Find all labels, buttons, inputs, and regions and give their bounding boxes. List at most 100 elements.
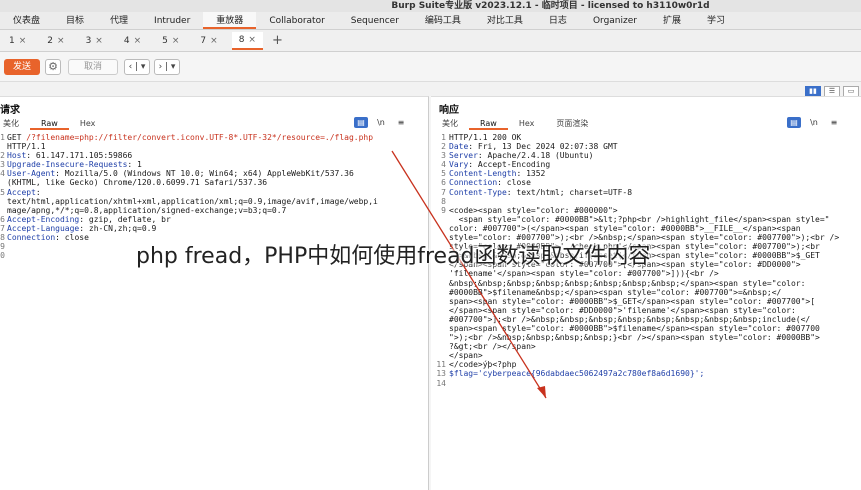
menu-item[interactable]: Collaborator	[256, 12, 337, 29]
view-tab[interactable]: Hex	[69, 118, 107, 130]
line-number: 6	[0, 214, 5, 224]
code-line: #007700">];<br />&nbsp;&nbsp;&nbsp;&nbsp…	[431, 315, 861, 324]
line-number: 14	[436, 378, 446, 388]
header-name: Accept-Encoding	[7, 214, 80, 224]
view-tab[interactable]: Raw	[469, 118, 508, 130]
code-line: 5 Accept:	[0, 188, 428, 197]
header-name: Upgrade-Insecure-Requests	[7, 160, 128, 170]
line-text: Accept-Encoding: gzip, deflate, br	[7, 215, 171, 224]
code-line: #0000BB">$filename&nbsp;</span><span sty…	[431, 288, 861, 297]
newline-icon[interactable]: \n	[374, 117, 388, 128]
view-tab[interactable]: 页面渲染	[545, 118, 599, 130]
line-number	[431, 342, 449, 351]
header-name: Content-Type	[449, 187, 507, 197]
line-text: &nbsp;&nbsp;&nbsp;&nbsp;&nbsp;&nbsp;&nbs…	[449, 278, 806, 288]
line-number: 0	[0, 251, 5, 261]
view-tab[interactable]: Hex	[508, 118, 546, 130]
line-number: 9	[0, 242, 5, 252]
close-icon[interactable]: ×	[134, 36, 142, 46]
code-line: span><span style="color: #0000BB">$_GET<…	[431, 297, 861, 306]
line-number: 5	[441, 169, 446, 179]
repeater-tab[interactable]: 2 ×	[40, 33, 71, 49]
repeater-tab[interactable]: 8 ×	[231, 31, 263, 50]
line-number: 6	[441, 178, 446, 188]
repeater-tab[interactable]: 4 ×	[117, 33, 148, 49]
line-number: 2	[0, 151, 5, 161]
line-number: 13	[436, 369, 446, 379]
line-text: <code><span style="color: #000000">	[449, 205, 618, 215]
pane-divider-bar	[0, 82, 861, 96]
line-number: 1	[441, 133, 446, 142]
view-tab[interactable]: 美化	[0, 118, 30, 130]
close-icon[interactable]: ×	[95, 36, 103, 46]
line-number	[431, 333, 449, 342]
add-tab-icon[interactable]: +	[272, 33, 283, 48]
menu-item[interactable]: 目标	[53, 12, 97, 29]
line-number	[431, 279, 449, 288]
wrap-lines-icon[interactable]: ▤	[787, 117, 801, 128]
menu-item[interactable]: 扩展	[650, 12, 694, 29]
close-icon[interactable]: ×	[19, 36, 27, 46]
gear-icon[interactable]: ⚙	[45, 59, 61, 75]
line-number: 3	[0, 160, 5, 170]
code-line: 4 User-Agent: Mozilla/5.0 (Windows NT 10.…	[0, 169, 428, 178]
line-number	[431, 324, 449, 333]
menu-item[interactable]: Organizer	[580, 12, 650, 29]
menu-item[interactable]: 编码工具	[412, 12, 474, 29]
menu-item[interactable]: 学习	[694, 12, 738, 29]
code-line: ">);<br />&nbsp;&nbsp;&nbsp;&nbsp;}<br /…	[431, 333, 861, 342]
menu-icon[interactable]: ≡	[827, 117, 841, 128]
menu-item[interactable]: Intruder	[141, 12, 203, 29]
repeater-tab[interactable]: 3 ×	[79, 33, 110, 49]
header-value: : close	[497, 178, 531, 188]
code-line: 2 Date: Fri, 13 Dec 2024 02:07:38 GMT	[431, 142, 861, 151]
line-number: 2	[441, 142, 446, 152]
repeater-tab[interactable]: 7 ×	[193, 33, 224, 49]
line-number: 9	[441, 205, 446, 215]
repeater-tab[interactable]: 5 ×	[155, 33, 186, 49]
cancel-button[interactable]: 取消	[68, 59, 118, 75]
view-tab[interactable]: Raw	[30, 118, 69, 130]
code-line: HTTP/1.1	[0, 142, 428, 151]
line-number	[0, 206, 7, 215]
close-icon[interactable]: ×	[248, 35, 256, 45]
code-line: 7 Accept-Language: zh-CN,zh;q=0.9	[0, 224, 428, 233]
tab-label: 5	[162, 35, 168, 46]
main-menu-bar: 仪表盘 目标 代理 Intruder 重放器 Collaborator Sequencer 编…	[0, 12, 861, 30]
header-value: : 1	[127, 160, 142, 170]
send-button[interactable]: 发送	[4, 59, 40, 75]
line-number	[431, 215, 449, 224]
line-number: 7	[441, 187, 446, 197]
flag-line: $flag='cyberpeace{96dabdaec5062497a2c780…	[449, 369, 705, 379]
wrap-lines-icon[interactable]: ▤	[354, 117, 368, 128]
line-number	[431, 351, 449, 360]
menu-icon[interactable]: ≡	[394, 117, 408, 128]
repeater-toolbar: 发送 ⚙ 取消 ‹ | ▾ › | ▾	[0, 52, 861, 82]
history-forward-button[interactable]: › | ▾	[154, 59, 180, 75]
header-name: Vary	[449, 160, 469, 170]
header-name: Connection	[449, 178, 498, 188]
menu-item[interactable]: 日志	[536, 12, 580, 29]
close-icon[interactable]: ×	[57, 36, 65, 46]
menu-item[interactable]: 代理	[97, 12, 141, 29]
code-line: 5 Content-Length: 1352	[431, 169, 861, 178]
view-tab[interactable]: 美化	[431, 118, 469, 130]
repeater-tab[interactable]: 1 ×	[2, 33, 33, 49]
line-text: #007700">];<br />&nbsp;&nbsp;&nbsp;&nbsp…	[449, 314, 811, 324]
history-back-button[interactable]: ‹ | ▾	[124, 59, 150, 75]
code-line: 3 Upgrade-Insecure-Requests: 1	[0, 160, 428, 169]
header-value: : Accept-Encoding	[468, 160, 551, 170]
window-title-bar: Burp Suite专业版 v2023.12.1 - 临时项目 - licens…	[0, 0, 861, 12]
menu-item[interactable]: 对比工具	[474, 12, 536, 29]
menu-item[interactable]: 仪表盘	[0, 12, 53, 29]
header-value: :	[35, 187, 41, 197]
newline-icon[interactable]: \n	[807, 117, 821, 128]
close-icon[interactable]: ×	[172, 36, 180, 46]
menu-item[interactable]: Sequencer	[338, 12, 412, 29]
close-icon[interactable]: ×	[210, 36, 218, 46]
code-line: 3 Server: Apache/2.4.18 (Ubuntu)	[431, 151, 861, 160]
response-title: 响应	[439, 105, 459, 116]
line-text: Upgrade-Insecure-Requests: 1	[7, 160, 142, 169]
code-line: <span style="color: #0000BB">&lt;?php<br…	[431, 215, 861, 224]
menu-item[interactable]: 重放器	[203, 12, 257, 29]
